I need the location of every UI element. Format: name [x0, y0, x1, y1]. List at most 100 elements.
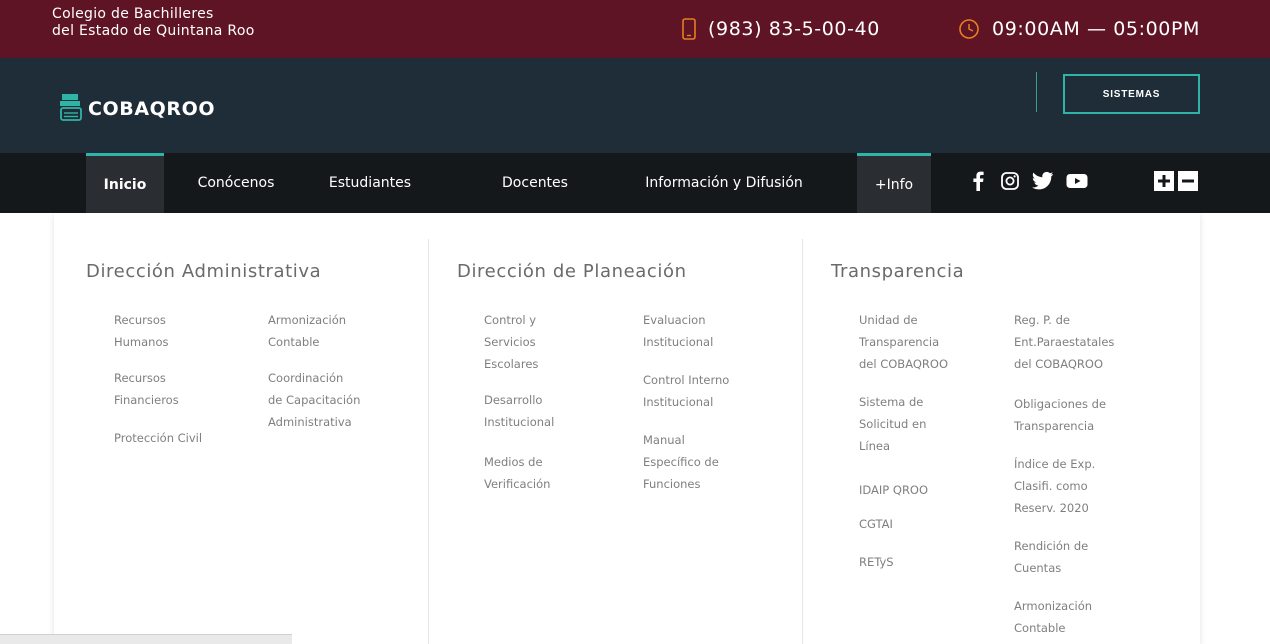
link-line: Línea	[859, 439, 891, 453]
menu-link-armonizacion-contable[interactable]: Armonización Contable	[268, 309, 346, 353]
link-line: Control Interno	[643, 373, 730, 387]
menu-link-sistema-solicitud[interactable]: Sistema de Solicitud en Línea	[859, 391, 926, 457]
link-line: Institucional	[643, 395, 714, 409]
main-nav: Inicio Conócenos Estudiantes Docentes In…	[0, 153, 1270, 213]
header-divider	[1036, 72, 1037, 112]
org-name-line-2: del Estado de Quintana Roo	[52, 23, 255, 39]
nav-item-more-info[interactable]: +Info	[857, 153, 931, 213]
section-title-direccion-administrativa: Dirección Administrativa	[86, 261, 322, 282]
menu-link-evaluacion-institucional[interactable]: Evaluacion Institucional	[643, 309, 713, 353]
menu-link-rendicion-cuentas[interactable]: Rendición de Cuentas	[1014, 535, 1088, 579]
mega-menu-panel: Dirección Administrativa Recursos Humano…	[54, 213, 1200, 644]
menu-link-reg-paraestatales[interactable]: Reg. P. de Ent.Paraestatales del COBAQRO…	[1014, 309, 1114, 375]
link-line: Servicios	[484, 335, 536, 349]
link-line: Obligaciones de	[1014, 397, 1107, 411]
browser-status-bar	[0, 634, 292, 644]
site-header: COBAQROO SISTEMAS	[0, 58, 1270, 153]
menu-link-control-servicios-escolares[interactable]: Control y Servicios Escolares	[484, 309, 538, 375]
menu-link-retys[interactable]: RETyS	[859, 551, 894, 573]
org-name: Colegio de Bachilleres del Estado de Qui…	[52, 6, 255, 40]
link-line: Unidad de	[859, 313, 918, 327]
link-line: Protección Civil	[114, 431, 203, 445]
menu-link-recursos-humanos[interactable]: Recursos Humanos	[114, 309, 169, 353]
link-line: RETyS	[859, 555, 894, 569]
sistemas-button[interactable]: SISTEMAS	[1063, 74, 1200, 114]
link-line: Armonización	[268, 313, 347, 327]
menu-link-desarrollo-institucional[interactable]: Desarrollo Institucional	[484, 389, 554, 433]
menu-link-proteccion-civil[interactable]: Protección Civil	[114, 427, 202, 449]
link-line: Sistema de	[859, 395, 924, 409]
phone-icon	[682, 18, 696, 40]
link-line: Control y	[484, 313, 537, 327]
menu-link-unidad-transparencia[interactable]: Unidad de Transparencia del COBAQROO	[859, 309, 948, 375]
top-info-bar: Colegio de Bachilleres del Estado de Qui…	[0, 0, 1270, 58]
link-line: Medios de	[484, 455, 543, 469]
site-logo[interactable]: COBAQROO	[58, 92, 215, 126]
nav-item-informacion-difusion[interactable]: Información y Difusión	[616, 153, 832, 213]
nav-item-conocenos[interactable]: Conócenos	[182, 153, 290, 213]
menu-link-manual-especifico[interactable]: Manual Específico de Funciones	[643, 429, 719, 495]
zoom-in-icon[interactable]	[1154, 171, 1174, 191]
link-line: Administrativa	[268, 415, 352, 429]
nav-item-docentes[interactable]: Docentes	[480, 153, 590, 213]
link-line: Verificación	[484, 477, 551, 491]
menu-link-indice-expedientes[interactable]: Índice de Exp. Clasifi. como Reserv. 202…	[1014, 453, 1095, 519]
logo-emblem-icon	[58, 92, 84, 126]
link-line: CGTAI	[859, 517, 893, 531]
hours-text: 09:00AM — 05:00PM	[992, 18, 1201, 40]
facebook-icon[interactable]	[972, 171, 984, 191]
link-line: Ent.Paraestatales	[1014, 335, 1115, 349]
menu-link-recursos-financieros[interactable]: Recursos Financieros	[114, 367, 179, 411]
menu-link-idaip-qroo[interactable]: IDAIP QROO	[859, 479, 928, 501]
link-line: Índice de Exp.	[1014, 457, 1096, 471]
menu-link-coordinacion-capacitacion[interactable]: Coordinación de Capacitación Administrat…	[268, 367, 360, 433]
link-line: Armonización	[1014, 599, 1093, 613]
link-line: Solicitud en	[859, 417, 927, 431]
org-name-line-1: Colegio de Bachilleres	[52, 6, 214, 22]
link-line: Clasifi. como	[1014, 479, 1088, 493]
column-divider	[802, 239, 803, 644]
nav-item-inicio[interactable]: Inicio	[86, 153, 164, 213]
instagram-icon[interactable]	[1000, 171, 1020, 191]
link-line: Institucional	[484, 415, 555, 429]
menu-link-cgtai[interactable]: CGTAI	[859, 513, 893, 535]
menu-link-obligaciones-transparencia[interactable]: Obligaciones de Transparencia	[1014, 393, 1106, 437]
section-title-direccion-planeacion: Dirección de Planeación	[457, 261, 687, 282]
section-title-transparencia: Transparencia	[831, 261, 965, 282]
link-line: Contable	[268, 335, 320, 349]
link-line: Recursos	[114, 371, 166, 385]
link-line: Funciones	[643, 477, 701, 491]
link-line: Cuentas	[1014, 561, 1062, 575]
link-line: Escolares	[484, 357, 539, 371]
logo-text: COBAQROO	[88, 98, 216, 120]
link-line: Institucional	[643, 335, 714, 349]
nav-item-estudiantes[interactable]: Estudiantes	[304, 153, 436, 213]
clock-icon	[958, 18, 980, 40]
link-line: Transparencia	[859, 335, 940, 349]
twitter-icon[interactable]	[1032, 171, 1054, 191]
link-line: Humanos	[114, 335, 169, 349]
link-line: Evaluacion	[643, 313, 706, 327]
link-line: del COBAQROO	[1014, 357, 1104, 371]
office-hours: 09:00AM — 05:00PM	[958, 18, 1200, 40]
link-line: Específico de	[643, 455, 719, 469]
zoom-out-icon[interactable]	[1178, 171, 1198, 191]
link-line: IDAIP QROO	[859, 483, 929, 497]
phone-number: (983) 83-5-00-40	[708, 18, 880, 40]
menu-link-medios-verificacion[interactable]: Medios de Verificación	[484, 451, 550, 495]
link-line: Coordinación	[268, 371, 344, 385]
link-line: Contable	[1014, 621, 1066, 635]
link-line: Manual	[643, 433, 685, 447]
column-divider	[428, 239, 429, 644]
youtube-icon[interactable]	[1066, 171, 1088, 191]
link-line: Transparencia	[1014, 419, 1095, 433]
link-line: Desarrollo	[484, 393, 543, 407]
link-line: de Capacitación	[268, 393, 361, 407]
link-line: Reg. P. de	[1014, 313, 1070, 327]
menu-link-armonizacion-contable-2[interactable]: Armonización Contable	[1014, 595, 1092, 639]
link-line: Recursos	[114, 313, 166, 327]
phone-contact: (983) 83-5-00-40	[682, 18, 880, 40]
menu-link-control-interno[interactable]: Control Interno Institucional	[643, 369, 729, 413]
link-line: Rendición de	[1014, 539, 1089, 553]
link-line: Reserv. 2020	[1014, 501, 1089, 515]
